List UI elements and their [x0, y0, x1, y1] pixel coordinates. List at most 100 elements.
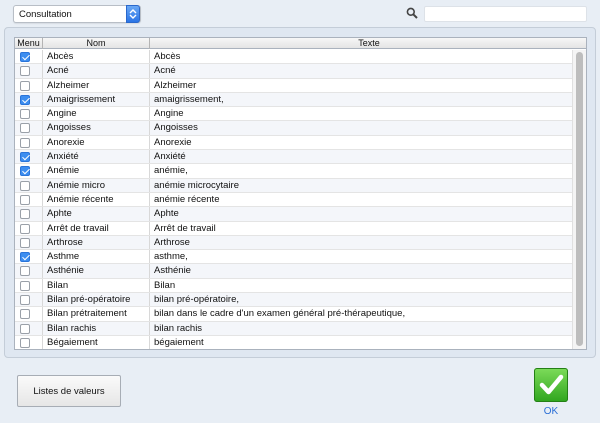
texte-cell[interactable]: Bilan — [150, 279, 572, 292]
texte-cell[interactable]: Arrêt de travail — [150, 222, 572, 235]
table-row[interactable]: Asthénie Asthénie — [15, 264, 586, 279]
menu-checkbox[interactable] — [20, 337, 30, 348]
menu-checkbox[interactable] — [20, 266, 30, 277]
scrollbar-thumb[interactable] — [576, 52, 583, 346]
nom-cell[interactable]: Abcès — [43, 50, 150, 64]
table-row[interactable]: Bilan pré-opératoire bilan pré-opératoire… — [15, 293, 586, 308]
menu-checkbox[interactable] — [20, 152, 30, 163]
vertical-scrollbar[interactable] — [572, 50, 586, 349]
texte-cell[interactable]: bilan pré-opératoire, — [150, 293, 572, 306]
nom-cell[interactable]: Alzheimer — [43, 78, 150, 92]
table-row[interactable]: Anémie anémie, — [15, 164, 586, 179]
texte-cell[interactable]: Asthénie — [150, 264, 572, 277]
menu-checkbox[interactable] — [20, 166, 30, 177]
texte-cell[interactable]: Angine — [150, 107, 572, 120]
texte-cell[interactable]: anémie récente — [150, 193, 572, 206]
texte-cell[interactable]: amaigrissement, — [150, 93, 572, 106]
table-row[interactable]: Arthrose Arthrose — [15, 235, 586, 251]
texte-cell[interactable]: Arthrose — [150, 236, 572, 249]
menu-checkbox[interactable] — [20, 52, 30, 62]
menu-checkbox[interactable] — [20, 252, 30, 263]
menu-checkbox[interactable] — [20, 280, 30, 291]
table-row[interactable]: Bilan Bilan — [15, 278, 586, 294]
table-row[interactable]: Anorexie Anorexie — [15, 135, 586, 151]
ok-label[interactable]: OK — [534, 406, 568, 417]
nom-cell[interactable]: Asthme — [43, 250, 150, 264]
texte-cell[interactable]: Abcès — [150, 50, 572, 63]
texte-cell[interactable]: asthme, — [150, 250, 572, 263]
nom-cell[interactable]: Anorexie — [43, 135, 150, 150]
menu-checkbox[interactable] — [20, 223, 30, 234]
nom-cell[interactable]: Anémie — [43, 164, 150, 178]
texte-cell[interactable]: Anxiété — [150, 150, 572, 163]
menu-checkbox[interactable] — [20, 80, 30, 91]
texte-cell[interactable]: Acné — [150, 64, 572, 77]
menu-checkbox[interactable] — [20, 180, 30, 191]
texte-cell[interactable]: Aphte — [150, 207, 572, 220]
menu-checkbox[interactable] — [20, 66, 30, 77]
table-row[interactable]: Anxiété Anxiété — [15, 150, 586, 165]
texte-cell[interactable]: anémie microcytaire — [150, 179, 572, 192]
menu-cell — [15, 64, 43, 78]
menu-checkbox[interactable] — [20, 295, 30, 306]
table-row[interactable]: Alzheimer Alzheimer — [15, 78, 586, 93]
table-row[interactable]: Bilan rachis bilan rachis — [15, 321, 586, 336]
select-stepper-icon[interactable] — [126, 5, 140, 23]
column-header-menu[interactable]: Menu — [15, 38, 43, 49]
menu-checkbox[interactable] — [20, 137, 30, 148]
table-row[interactable]: Aphte Aphte — [15, 207, 586, 222]
nom-cell[interactable]: Aphte — [43, 207, 150, 221]
search-input[interactable] — [424, 6, 587, 22]
nom-cell[interactable]: Acné — [43, 64, 150, 78]
column-header-texte[interactable]: Texte — [150, 38, 586, 49]
texte-cell[interactable]: anémie, — [150, 164, 572, 177]
nom-cell[interactable]: Asthénie — [43, 264, 150, 278]
menu-checkbox[interactable] — [20, 194, 30, 205]
nom-cell[interactable]: Bilan pré-opératoire — [43, 293, 150, 307]
texte-cell[interactable]: bégaiement — [150, 336, 572, 349]
nom-cell[interactable]: Angoisses — [43, 121, 150, 135]
texte-cell[interactable]: bilan rachis — [150, 322, 572, 335]
texte-cell[interactable]: Anorexie — [150, 136, 572, 149]
values-table: Menu Nom Texte Abcès Abcès Acné Acné Alzheim… — [14, 37, 587, 350]
table-row[interactable]: Bégaiement bégaiement — [15, 335, 586, 349]
nom-cell[interactable]: Arthrose — [43, 235, 150, 250]
menu-checkbox[interactable] — [20, 237, 30, 248]
value-lists-button[interactable]: Listes de valeurs — [17, 375, 121, 407]
table-row[interactable]: Asthme asthme, — [15, 250, 586, 265]
menu-checkbox[interactable] — [20, 123, 30, 134]
menu-checkbox[interactable] — [20, 109, 30, 120]
nom-cell[interactable]: Bilan — [43, 278, 150, 293]
nom-cell[interactable]: Bilan rachis — [43, 321, 150, 335]
menu-cell — [15, 164, 43, 178]
table-row[interactable]: Angine Angine — [15, 107, 586, 122]
nom-cell[interactable]: Bilan prétraitement — [43, 307, 150, 321]
table-row[interactable]: Angoisses Angoisses — [15, 121, 586, 136]
category-select[interactable]: Consultation — [13, 5, 141, 23]
texte-cell[interactable]: Alzheimer — [150, 79, 572, 92]
nom-cell[interactable]: Anémie micro — [43, 178, 150, 192]
table-row[interactable]: Anémie micro anémie microcytaire — [15, 178, 586, 193]
menu-checkbox[interactable] — [20, 309, 30, 320]
menu-checkbox[interactable] — [20, 209, 30, 220]
table-row[interactable]: Bilan prétraitement bilan dans le cadre d… — [15, 307, 586, 322]
ok-check-icon[interactable] — [534, 368, 568, 402]
texte-cell[interactable]: bilan dans le cadre d'un examen général … — [150, 307, 572, 320]
nom-cell[interactable]: Amaigrissement — [43, 92, 150, 107]
nom-cell[interactable]: Bégaiement — [43, 335, 150, 349]
nom-cell[interactable]: Anxiété — [43, 150, 150, 164]
table-row[interactable]: Anémie récente anémie récente — [15, 192, 586, 208]
column-header-nom[interactable]: Nom — [43, 38, 150, 49]
table-row[interactable]: Abcès Abcès — [15, 50, 586, 65]
nom-cell[interactable]: Arrêt de travail — [43, 221, 150, 235]
texte-cell[interactable]: Angoisses — [150, 121, 572, 134]
menu-checkbox[interactable] — [20, 323, 30, 334]
table-row[interactable]: Acné Acné — [15, 64, 586, 79]
nom-cell[interactable]: Angine — [43, 107, 150, 121]
nom-cell[interactable]: Anémie récente — [43, 192, 150, 207]
menu-cell — [15, 307, 43, 321]
menu-cell — [15, 321, 43, 335]
table-row[interactable]: Amaigrissement amaigrissement, — [15, 92, 586, 108]
table-row[interactable]: Arrêt de travail Arrêt de travail — [15, 221, 586, 236]
menu-checkbox[interactable] — [20, 94, 30, 105]
